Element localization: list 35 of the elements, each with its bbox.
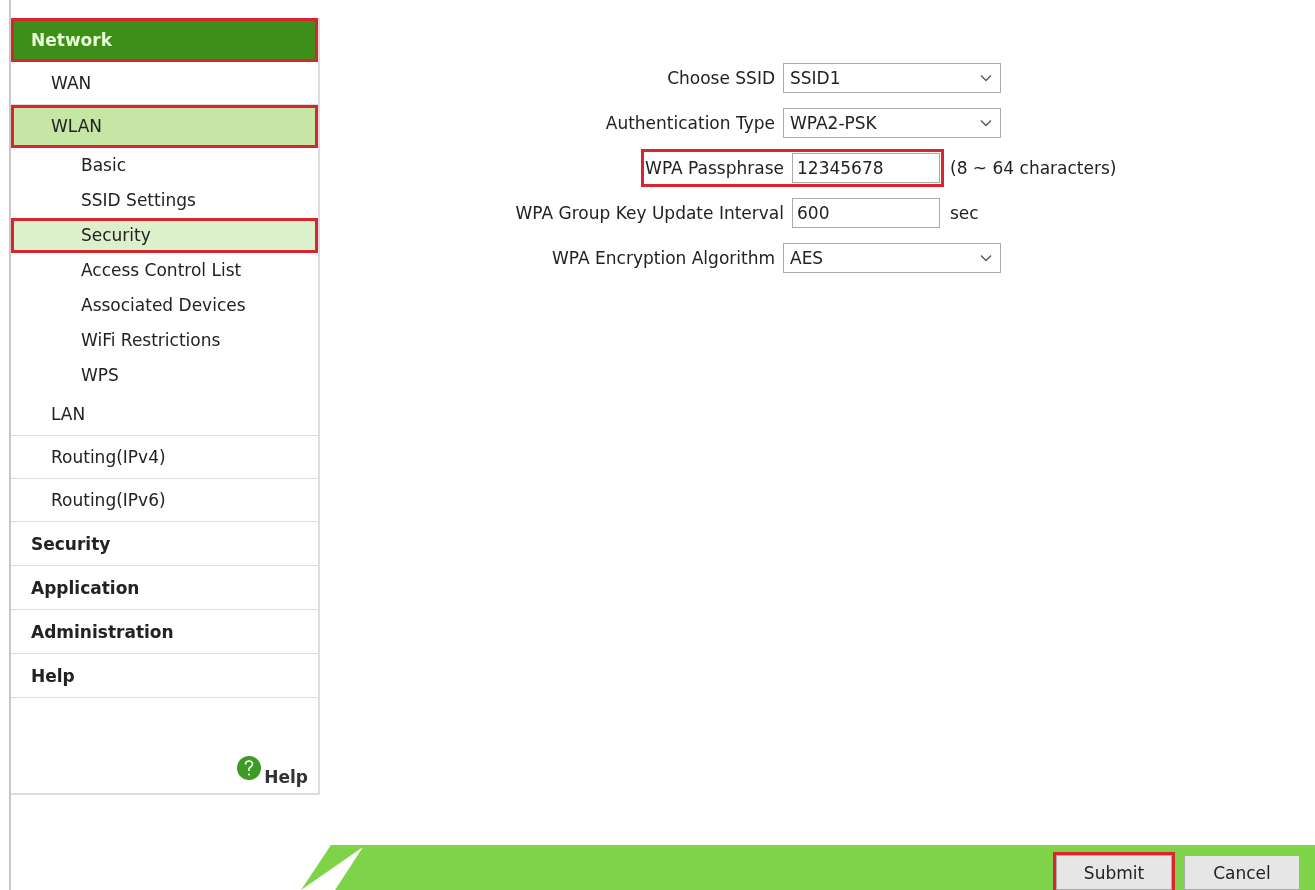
dropdown[interactable]: AES — [783, 242, 1001, 273]
chevron-down-icon — [980, 253, 992, 262]
help-icon[interactable] — [236, 755, 263, 781]
nav-subitem[interactable]: WiFi Restrictions — [11, 323, 318, 358]
nav-section[interactable]: Help — [11, 654, 318, 698]
field-label: WPA Group Key Update Interval — [515, 202, 784, 223]
help-link[interactable]: Help — [264, 767, 308, 787]
nav-subitem[interactable]: Associated Devices — [11, 288, 318, 323]
nav-subitem[interactable]: Access Control List — [11, 253, 318, 288]
nav-section[interactable]: Network — [11, 18, 318, 62]
nav-subitem[interactable]: SSID Settings — [11, 183, 318, 218]
nav-subitem[interactable]: Basic — [11, 148, 318, 183]
field-hint: sec — [950, 202, 979, 223]
field-hint: (8 ~ 64 characters) — [950, 157, 1117, 178]
field-label: Authentication Type — [605, 112, 775, 133]
nav-item[interactable]: Routing(IPv4) — [11, 436, 318, 479]
nav-section[interactable]: Security — [11, 522, 318, 566]
chevron-down-icon — [980, 73, 992, 82]
field-label: WPA Passphrase — [645, 157, 784, 178]
action-button[interactable]: Cancel — [1184, 855, 1300, 890]
nav-subitem[interactable]: Security — [11, 218, 318, 253]
nav-item[interactable]: LAN — [11, 393, 318, 436]
dropdown[interactable]: SSID1 — [783, 62, 1001, 93]
field-label: Choose SSID — [667, 67, 775, 88]
nav-section[interactable]: Application — [11, 566, 318, 610]
text-field[interactable]: 600 — [792, 197, 940, 228]
text-field[interactable]: 12345678 — [792, 152, 940, 183]
action-button[interactable]: Submit — [1056, 855, 1172, 890]
nav-item[interactable]: WLAN — [11, 105, 318, 148]
field-label: WPA Encryption Algorithm — [552, 247, 775, 268]
chevron-down-icon — [980, 118, 992, 127]
dropdown[interactable]: WPA2-PSK — [783, 107, 1001, 138]
nav-section[interactable]: Administration — [11, 610, 318, 654]
nav-item[interactable]: Routing(IPv6) — [11, 479, 318, 522]
nav-subitem[interactable]: WPS — [11, 358, 318, 393]
